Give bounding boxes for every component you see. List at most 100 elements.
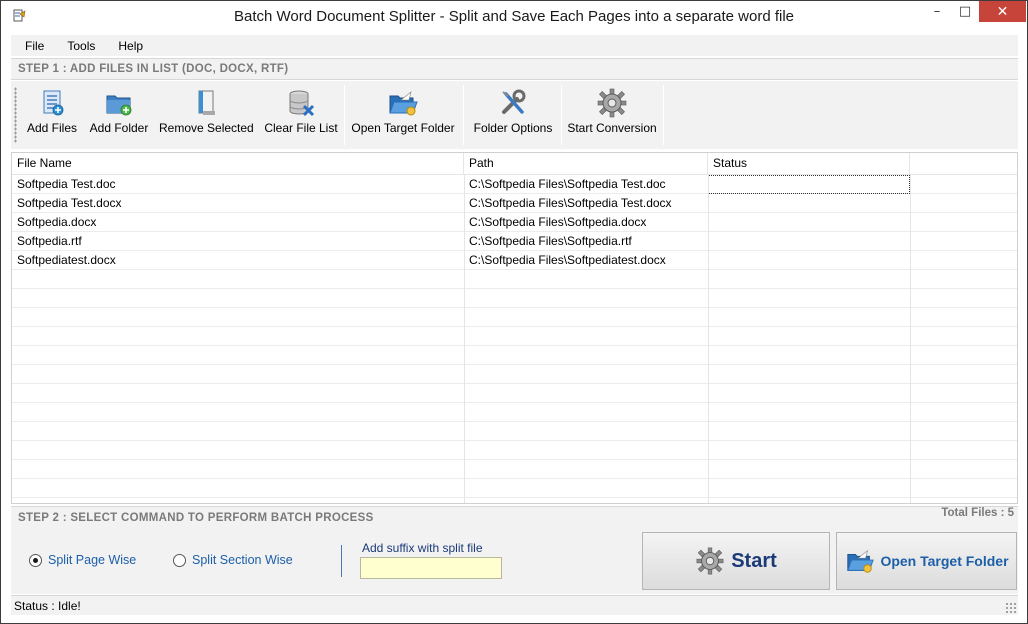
split-page-wise-label[interactable]: Split Page Wise bbox=[48, 553, 136, 567]
menu-tools[interactable]: Tools bbox=[59, 39, 103, 53]
step2-header: STEP 2 : SELECT COMMAND TO PERFORM BATCH… bbox=[11, 506, 1018, 530]
status-bar: Status : Idle! bbox=[11, 595, 1018, 615]
gear-icon bbox=[597, 88, 627, 118]
status-cell bbox=[708, 194, 910, 213]
suffix-input[interactable] bbox=[360, 557, 502, 579]
toolbar-grip[interactable] bbox=[14, 87, 17, 143]
add-files-button[interactable]: Add Files bbox=[21, 85, 83, 143]
path-cell: C:\Softpedia Files\Softpediatest.docx bbox=[469, 253, 666, 267]
empty-row bbox=[12, 403, 1017, 422]
open-target-folder-button[interactable]: Open Target Folder bbox=[350, 85, 456, 143]
open-folder-icon bbox=[389, 91, 418, 116]
start-button-label: Start bbox=[731, 549, 777, 572]
file-name-cell: Softpediatest.docx bbox=[17, 253, 116, 267]
toolbar-separator bbox=[561, 85, 562, 145]
column-header-file-name[interactable]: File Name bbox=[12, 153, 464, 175]
clear-file-list-button[interactable]: Clear File List bbox=[263, 85, 339, 143]
resize-grip[interactable] bbox=[1005, 602, 1016, 613]
file-name-cell: Softpedia Test.docx bbox=[17, 196, 122, 210]
status-cell bbox=[708, 213, 910, 232]
batch-options-panel: Split Page Wise Split Section Wise Add s… bbox=[11, 530, 1018, 594]
split-section-wise-radio[interactable]: Split Section Wise bbox=[173, 553, 293, 567]
step1-label: STEP 1 : ADD FILES IN LIST (DOC, DOCX, R… bbox=[18, 63, 289, 75]
toolbar-separator bbox=[344, 85, 345, 145]
column-header-status[interactable]: Status bbox=[708, 153, 910, 175]
remove-selected-label: Remove Selected bbox=[159, 121, 254, 135]
clear-file-list-label: Clear File List bbox=[264, 121, 338, 135]
add-files-label: Add Files bbox=[26, 121, 78, 135]
title-bar[interactable]: Batch Word Document Splitter - Split and… bbox=[1, 1, 1027, 33]
app-window: Batch Word Document Splitter - Split and… bbox=[0, 0, 1028, 624]
column-header-path[interactable]: Path bbox=[464, 153, 708, 175]
minimize-button[interactable]: – bbox=[923, 1, 951, 22]
tools-icon bbox=[502, 89, 526, 114]
window-title: Batch Word Document Splitter - Split and… bbox=[233, 8, 795, 25]
panel-divider bbox=[341, 545, 342, 577]
empty-row bbox=[12, 346, 1017, 365]
status-cell bbox=[708, 251, 910, 270]
split-section-wise-label[interactable]: Split Section Wise bbox=[192, 553, 293, 567]
add-folder-icon bbox=[106, 95, 132, 116]
open-target-folder-big-label: Open Target Folder bbox=[880, 553, 1009, 569]
path-cell: C:\Softpedia Files\Softpedia Test.doc bbox=[469, 177, 666, 191]
column-divider bbox=[910, 175, 911, 503]
column-divider bbox=[464, 175, 465, 503]
empty-row bbox=[12, 460, 1017, 479]
toolbar: Add Files Add Folder Remove Selected Cle… bbox=[11, 81, 1018, 149]
column-divider bbox=[708, 175, 709, 503]
path-cell: C:\Softpedia Files\Softpedia.rtf bbox=[469, 234, 632, 248]
clear-list-icon bbox=[289, 90, 315, 117]
empty-row bbox=[12, 422, 1017, 441]
add-folder-button[interactable]: Add Folder bbox=[87, 85, 151, 143]
path-cell: C:\Softpedia Files\Softpedia Test.docx bbox=[469, 196, 672, 210]
path-cell: C:\Softpedia Files\Softpedia.docx bbox=[469, 215, 647, 229]
table-row[interactable]: Softpedia.rtf C:\Softpedia Files\Softped… bbox=[12, 232, 1017, 251]
suffix-label: Add suffix with split file bbox=[362, 541, 483, 555]
file-name-cell: Softpedia Test.doc bbox=[17, 177, 116, 191]
file-list[interactable]: File Name Path Status Softpedia Test.doc… bbox=[11, 152, 1018, 504]
status-cell bbox=[708, 175, 910, 194]
file-name-cell: Softpedia.docx bbox=[17, 215, 97, 229]
split-page-wise-radio[interactable]: Split Page Wise bbox=[29, 553, 136, 567]
open-target-folder-big-button[interactable]: Open Target Folder bbox=[836, 532, 1017, 590]
table-row[interactable]: Softpediatest.docx C:\Softpedia Files\So… bbox=[12, 251, 1017, 270]
radio-indicator[interactable] bbox=[173, 553, 186, 567]
add-files-icon bbox=[43, 90, 64, 116]
empty-row bbox=[12, 270, 1017, 289]
empty-row bbox=[12, 289, 1017, 308]
status-text: Status : Idle! bbox=[14, 599, 81, 613]
open-target-folder-label: Open Target Folder bbox=[351, 121, 455, 135]
folder-options-label: Folder Options bbox=[473, 121, 553, 135]
file-name-cell: Softpedia.rtf bbox=[17, 234, 82, 248]
toolbar-separator bbox=[463, 85, 464, 145]
table-row[interactable]: Softpedia.docx C:\Softpedia Files\Softpe… bbox=[12, 213, 1017, 232]
status-cell bbox=[708, 232, 910, 251]
menu-bar: File Tools Help bbox=[11, 35, 1018, 56]
empty-row bbox=[12, 327, 1017, 346]
menu-help[interactable]: Help bbox=[110, 39, 151, 53]
remove-selected-button[interactable]: Remove Selected bbox=[159, 85, 254, 143]
step2-label: STEP 2 : SELECT COMMAND TO PERFORM BATCH… bbox=[18, 512, 374, 524]
open-folder-icon bbox=[847, 549, 875, 573]
table-row[interactable]: Softpedia Test.doc C:\Softpedia Files\So… bbox=[12, 175, 1017, 194]
start-conversion-button[interactable]: Start Conversion bbox=[567, 85, 657, 143]
empty-row bbox=[12, 365, 1017, 384]
total-files-count: Total Files : 5 bbox=[941, 507, 1014, 519]
start-button[interactable]: Start bbox=[642, 532, 830, 590]
empty-row bbox=[12, 441, 1017, 460]
empty-row bbox=[12, 308, 1017, 327]
step1-header: STEP 1 : ADD FILES IN LIST (DOC, DOCX, R… bbox=[11, 58, 1018, 80]
empty-row bbox=[12, 479, 1017, 498]
file-list-header: File Name Path Status bbox=[12, 153, 1017, 175]
maximize-button[interactable]: □ bbox=[951, 1, 979, 22]
start-conversion-label: Start Conversion bbox=[567, 121, 657, 135]
add-folder-label: Add Folder bbox=[89, 121, 149, 135]
close-button[interactable]: ✕ bbox=[979, 1, 1026, 22]
radio-indicator-checked[interactable] bbox=[29, 553, 42, 567]
folder-options-button[interactable]: Folder Options bbox=[471, 85, 555, 143]
gear-icon bbox=[696, 547, 724, 575]
table-row[interactable]: Softpedia Test.docx C:\Softpedia Files\S… bbox=[12, 194, 1017, 213]
menu-file[interactable]: File bbox=[17, 39, 52, 53]
remove-selected-icon bbox=[198, 90, 215, 115]
empty-row bbox=[12, 384, 1017, 403]
